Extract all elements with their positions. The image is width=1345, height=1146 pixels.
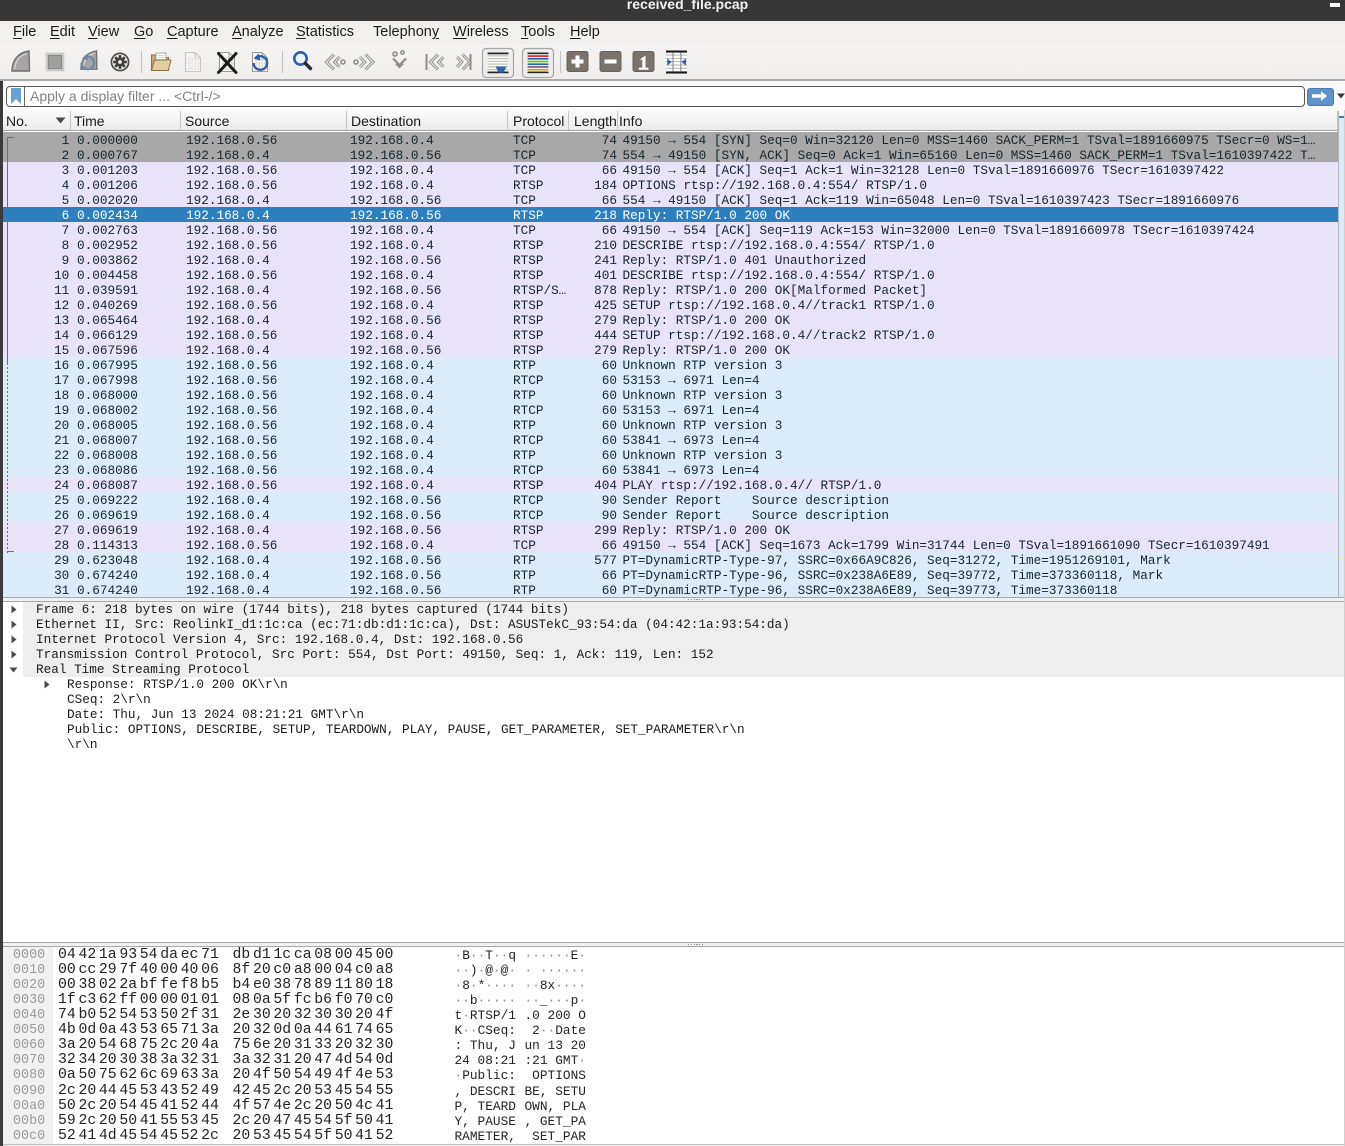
svg-text:0011: 0011 — [188, 66, 200, 72]
